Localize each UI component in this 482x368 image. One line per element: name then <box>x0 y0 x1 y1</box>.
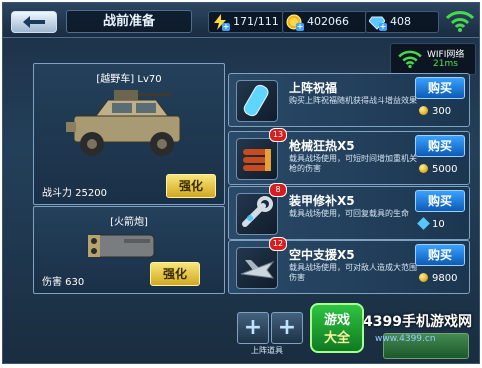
add-energy-icon[interactable]: + <box>222 23 230 31</box>
wifi-signal-icon <box>398 50 422 69</box>
buy-button[interactable]: 购买 <box>415 244 465 266</box>
shop-item-air-support[interactable]: 12 空中支援X5 载具战场使用，可对敌人造成大范围伤害 购买 9800 <box>228 237 470 294</box>
add-gems-icon[interactable]: + <box>379 23 387 31</box>
buy-button[interactable]: 购买 <box>415 77 465 99</box>
upgrade-weapon-button[interactable]: 强化 <box>150 262 200 286</box>
item-slot-bar: + + 上阵道具 <box>233 312 305 355</box>
price-value: 9800 <box>432 273 458 284</box>
weapon-panel[interactable]: [火箭炮] 伤害 630 强化 <box>33 206 225 294</box>
item-price: 300 <box>419 106 451 117</box>
gem-icon <box>417 217 430 230</box>
price-value: 5000 <box>432 164 458 175</box>
logo-line-2: 大全 <box>323 331 350 346</box>
shop-item-blessing[interactable]: 上阵祝福 购买上阵祝福随机获得战斗增益效果 购买 300 <box>228 73 470 127</box>
top-bar: 战前准备 + 171/111 + 402066 + 408 <box>3 3 479 38</box>
price-value: 10 <box>432 219 445 230</box>
game-screen: 战前准备 + 171/111 + 402066 + 408 WIFI网络 21m… <box>2 2 480 364</box>
back-arrow-icon <box>23 16 45 28</box>
watermark-url: www.4399.cn <box>375 334 436 344</box>
jet-icon <box>236 247 278 289</box>
item-count-badge: 8 <box>269 183 287 197</box>
slot-label: 上阵道具 <box>251 346 283 355</box>
capsule-icon <box>236 80 278 122</box>
vehicle-power: 战斗力 25200 <box>42 188 107 199</box>
coin-icon <box>419 164 428 173</box>
watermark-logo: 游戏 大全 <box>310 303 364 353</box>
buy-button[interactable]: 购买 <box>415 190 465 212</box>
gem-counter: + 408 <box>365 11 439 33</box>
watermark-site: 4399手机游戏网 <box>363 314 472 330</box>
weapon-damage: 伤害 630 <box>42 277 85 288</box>
item-name: 空中支援X5 <box>289 248 355 262</box>
energy-counter: + 171/111 <box>208 11 284 33</box>
energy-value: 171/111 <box>233 15 279 28</box>
item-description: 载具战场使用，可对敌人造成大范围伤害 <box>289 263 417 282</box>
buy-button[interactable]: 购买 <box>415 135 465 157</box>
weapon-title: [火箭炮] <box>110 217 148 228</box>
upgrade-vehicle-button[interactable]: 强化 <box>166 174 216 198</box>
network-ping: 21ms <box>433 59 458 69</box>
item-count-badge: 13 <box>269 128 287 142</box>
bullets-icon <box>236 138 278 180</box>
back-button[interactable] <box>11 11 57 33</box>
vehicle-panel[interactable]: [越野车] Lv70 战斗力 25200 强化 <box>33 63 225 205</box>
network-status-popup: WIFI网络 21ms <box>390 43 476 75</box>
gem-value: 408 <box>390 15 411 28</box>
shop-item-armor-repair[interactable]: 8 装甲修补X5 载具战场使用，可回复载具的生命 购买 10 <box>228 183 470 240</box>
item-description: 载具战场使用，可回复载具的生命 <box>289 209 409 218</box>
price-value: 300 <box>432 106 452 117</box>
item-count-badge: 12 <box>269 237 287 251</box>
wifi-icon[interactable] <box>445 9 475 33</box>
add-coins-icon[interactable]: + <box>296 23 304 31</box>
item-price: 10 <box>417 217 445 230</box>
item-price: 5000 <box>419 164 457 175</box>
wrench-icon <box>236 193 278 235</box>
coin-icon <box>419 106 428 115</box>
humvee-icon <box>66 90 181 156</box>
item-slot-2[interactable]: + <box>271 312 303 344</box>
page-title: 战前准备 <box>66 10 192 33</box>
item-name: 装甲修补X5 <box>289 194 355 208</box>
item-price: 9800 <box>419 273 457 284</box>
coin-counter: + 402066 <box>282 11 367 33</box>
item-description: 载具战场使用，可短时间增加重机关枪的伤害 <box>289 154 417 173</box>
item-name: 枪械狂热X5 <box>289 139 355 153</box>
coin-icon <box>419 273 428 282</box>
logo-line-1: 游戏 <box>323 313 350 328</box>
vehicle-title: [越野车] Lv70 <box>96 74 162 85</box>
rocket-launcher-icon <box>87 234 155 258</box>
item-description: 购买上阵祝福随机获得战斗增益效果 <box>289 96 417 105</box>
shop-item-gun-frenzy[interactable]: 13 枪械狂热X5 载具战场使用，可短时间增加重机关枪的伤害 购买 5000 <box>228 128 470 185</box>
coin-value: 402066 <box>307 15 349 28</box>
item-name: 上阵祝福 <box>289 81 338 95</box>
item-slot-1[interactable]: + <box>237 312 269 344</box>
